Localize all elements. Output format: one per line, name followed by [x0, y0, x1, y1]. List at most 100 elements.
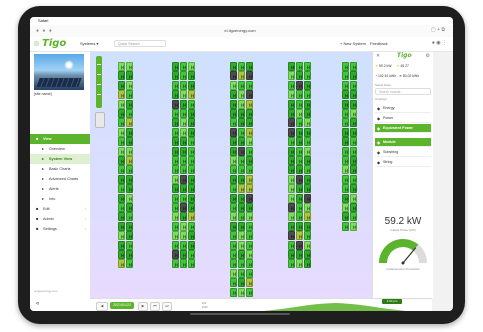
solar-module[interactable] — [230, 137, 237, 147]
solar-module[interactable] — [126, 71, 133, 81]
solar-module[interactable] — [246, 240, 253, 250]
solar-module[interactable] — [180, 146, 187, 156]
solar-module[interactable] — [246, 174, 253, 184]
solar-module[interactable] — [288, 221, 295, 231]
solar-module[interactable] — [180, 231, 187, 241]
solar-module[interactable] — [350, 146, 357, 156]
solar-module[interactable] — [350, 156, 357, 165]
solar-module[interactable] — [246, 62, 253, 71]
solar-module[interactable] — [296, 137, 303, 147]
solar-module[interactable] — [246, 250, 253, 259]
solar-module[interactable] — [126, 99, 133, 109]
solar-module[interactable] — [304, 212, 311, 222]
fast-back-button[interactable]: ⏮ — [150, 302, 160, 311]
menu-item-string[interactable]: ◆ String — [375, 158, 431, 167]
solar-module[interactable] — [288, 193, 295, 203]
solar-module[interactable] — [230, 268, 237, 278]
solar-module[interactable] — [172, 90, 179, 100]
solar-module[interactable] — [188, 203, 195, 212]
solar-module[interactable] — [126, 118, 133, 128]
solar-module[interactable] — [304, 259, 311, 269]
solar-module[interactable] — [118, 250, 125, 259]
address-bar[interactable]: ei.tigoenergy.com — [180, 28, 300, 34]
solar-module[interactable] — [342, 127, 349, 137]
menu-item-substring[interactable]: ◆ Substring — [375, 148, 431, 157]
solar-module[interactable] — [126, 203, 133, 212]
solar-module[interactable] — [246, 109, 253, 118]
solar-module[interactable] — [238, 165, 245, 175]
collapse-sidebar-button[interactable]: « — [36, 301, 39, 307]
sidebar-item-alerts[interactable]: ▸ Alerts — [30, 184, 90, 194]
solar-module[interactable] — [296, 156, 303, 165]
solar-module[interactable] — [118, 221, 125, 231]
solar-module[interactable] — [118, 109, 125, 118]
solar-module[interactable] — [296, 250, 303, 259]
solar-module[interactable] — [126, 165, 133, 175]
solar-module[interactable] — [180, 127, 187, 137]
solar-module[interactable] — [230, 287, 237, 297]
solar-module[interactable] — [188, 71, 195, 81]
solar-module[interactable] — [172, 231, 179, 241]
date-picker[interactable]: 2021/01/22 — [110, 302, 134, 309]
solar-module[interactable] — [172, 127, 179, 137]
solar-module[interactable] — [350, 109, 357, 118]
solar-module[interactable] — [126, 240, 133, 250]
solar-module[interactable] — [288, 127, 295, 137]
solar-module[interactable] — [296, 99, 303, 109]
solar-module[interactable] — [230, 127, 237, 137]
solar-module[interactable] — [118, 99, 125, 109]
solar-module[interactable] — [230, 240, 237, 250]
solar-module[interactable] — [304, 109, 311, 118]
solar-module[interactable] — [180, 109, 187, 118]
solar-module[interactable] — [180, 174, 187, 184]
solar-module[interactable] — [118, 193, 125, 203]
solar-module[interactable] — [350, 137, 357, 147]
solar-module[interactable] — [188, 165, 195, 175]
solar-module[interactable] — [246, 127, 253, 137]
sidebar-item-admin[interactable]: ■ Admin › — [30, 214, 90, 224]
solar-module[interactable] — [126, 62, 133, 71]
solar-module[interactable] — [188, 109, 195, 118]
solar-module[interactable] — [304, 99, 311, 109]
sidebar-item-overview[interactable]: ▸ Overview — [30, 144, 90, 154]
solar-module[interactable] — [296, 184, 303, 194]
zoom-handle[interactable] — [95, 112, 105, 128]
solar-module[interactable] — [180, 203, 187, 212]
solar-module[interactable] — [180, 259, 187, 269]
solar-module[interactable] — [304, 165, 311, 175]
solar-module[interactable] — [172, 221, 179, 231]
solar-module[interactable] — [126, 221, 133, 231]
solar-module[interactable] — [180, 62, 187, 71]
solar-module[interactable] — [188, 156, 195, 165]
solar-module[interactable] — [230, 203, 237, 212]
solar-module[interactable] — [118, 80, 125, 90]
solar-module[interactable] — [188, 193, 195, 203]
sidebar-item-edit[interactable]: ■ Edit › — [30, 204, 90, 214]
solar-module[interactable] — [230, 231, 237, 241]
solar-module[interactable] — [238, 184, 245, 194]
solar-module[interactable] — [342, 156, 349, 165]
solar-module[interactable] — [230, 193, 237, 203]
solar-module[interactable] — [188, 90, 195, 100]
solar-module[interactable] — [126, 127, 133, 137]
solar-module[interactable] — [126, 80, 133, 90]
solar-module[interactable] — [304, 137, 311, 147]
solar-module[interactable] — [342, 118, 349, 128]
solar-module[interactable] — [188, 221, 195, 231]
solar-module[interactable] — [238, 127, 245, 137]
solar-module[interactable] — [172, 118, 179, 128]
solar-module[interactable] — [118, 184, 125, 194]
solar-module[interactable] — [304, 240, 311, 250]
solar-module[interactable] — [246, 278, 253, 288]
solar-module[interactable] — [118, 240, 125, 250]
solar-module[interactable] — [238, 259, 245, 269]
solar-module[interactable] — [296, 259, 303, 269]
solar-module[interactable] — [188, 118, 195, 128]
zoom-slider[interactable] — [96, 56, 102, 108]
solar-module[interactable] — [350, 221, 357, 231]
solar-module[interactable] — [296, 118, 303, 128]
solar-module[interactable] — [304, 203, 311, 212]
solar-module[interactable] — [342, 184, 349, 194]
solar-module[interactable] — [126, 231, 133, 241]
solar-module[interactable] — [118, 259, 125, 269]
